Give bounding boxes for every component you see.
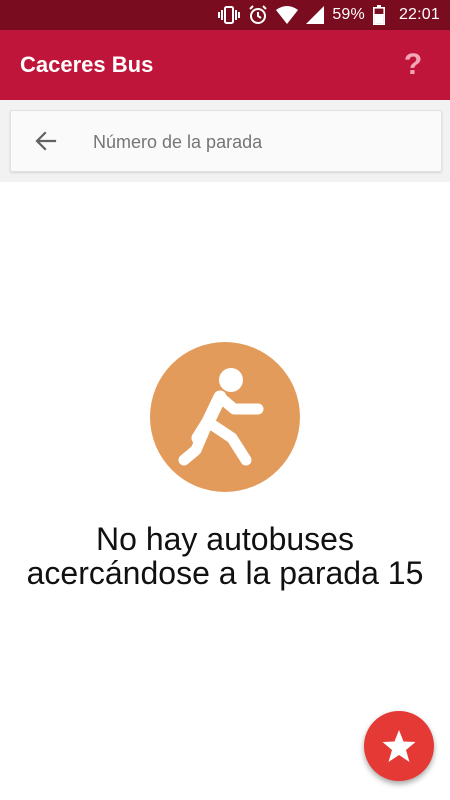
signal-icon bbox=[306, 6, 325, 24]
walking-person-icon bbox=[150, 342, 300, 492]
vibrate-icon bbox=[218, 6, 241, 24]
search-box bbox=[10, 110, 442, 172]
arrow-back-icon bbox=[35, 131, 57, 151]
alarm-icon bbox=[248, 5, 268, 25]
status-icons: 59% 22:01 bbox=[218, 0, 440, 30]
wifi-icon bbox=[276, 6, 299, 24]
favorites-button[interactable] bbox=[364, 711, 434, 781]
no-buses-message: No hay autobuses acercándose a la parada… bbox=[26, 521, 424, 591]
back-button[interactable] bbox=[31, 126, 61, 156]
star-icon bbox=[382, 730, 416, 762]
app-screen: 59% 22:01 Caceres Bus ? Número de la par… bbox=[0, 0, 450, 800]
help-button[interactable]: ? bbox=[398, 46, 428, 84]
battery-icon bbox=[372, 5, 385, 25]
status-bar: 59% 22:01 bbox=[0, 0, 450, 30]
clock: 22:01 bbox=[398, 6, 440, 23]
app-title: Caceres Bus bbox=[20, 52, 154, 77]
app-bar: Caceres Bus ? bbox=[0, 30, 450, 100]
battery-percent: 59% bbox=[332, 6, 365, 23]
search-area bbox=[0, 100, 450, 182]
stop-number-input[interactable] bbox=[91, 121, 425, 163]
